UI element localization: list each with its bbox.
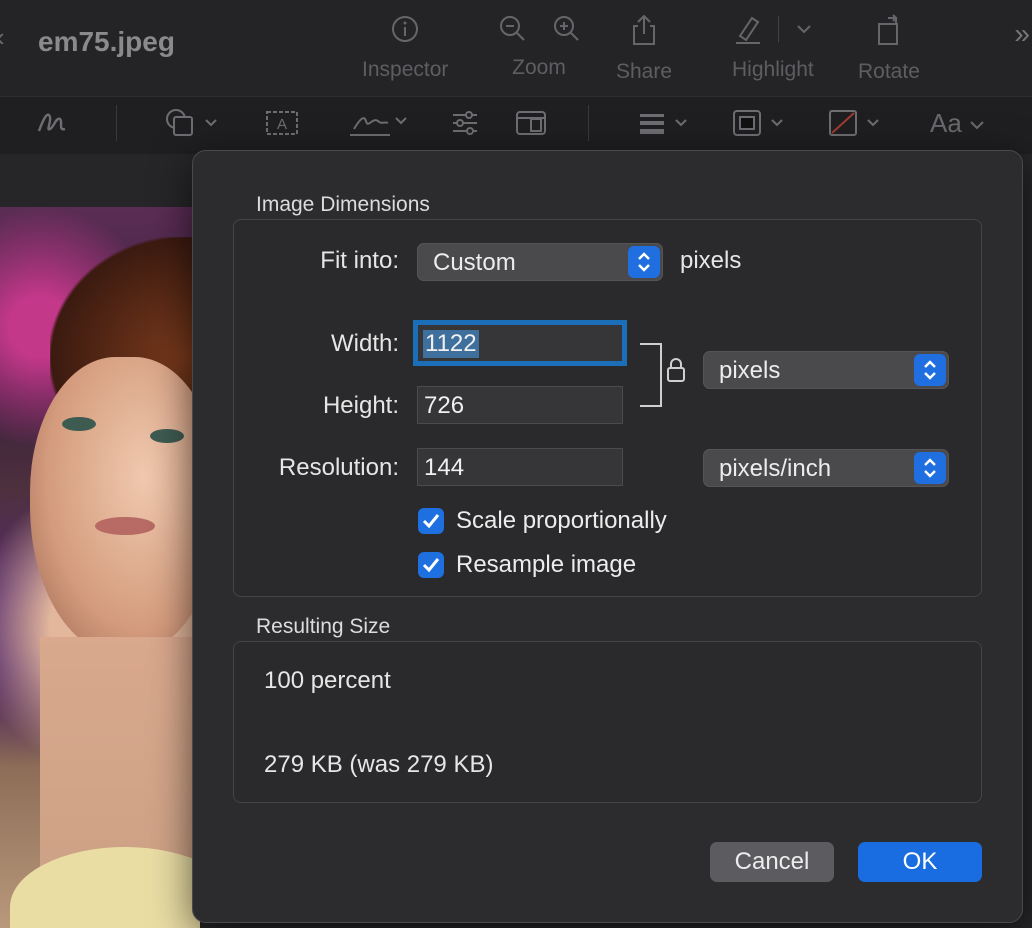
- signature-button[interactable]: [348, 107, 412, 139]
- sketch-button[interactable]: [36, 107, 68, 137]
- text-box-icon: A: [266, 111, 298, 135]
- sidebar-chevron-icon[interactable]: ‹: [0, 22, 5, 53]
- lock-icon: [666, 357, 686, 388]
- fit-into-value: Custom: [433, 249, 516, 276]
- sketch-icon: [37, 113, 66, 132]
- share-button[interactable]: Share: [616, 14, 672, 84]
- toolbar-overflow-icon[interactable]: »: [1014, 18, 1030, 50]
- resolution-value: 144: [424, 454, 465, 481]
- resolution-unit-popup[interactable]: pixels/inch: [703, 449, 949, 487]
- chevron-down-icon[interactable]: [796, 23, 812, 35]
- zoom-control[interactable]: Zoom: [498, 14, 580, 80]
- document-title: em75.jpeg: [38, 26, 175, 57]
- border-color-button[interactable]: [732, 107, 792, 139]
- highlight-button[interactable]: Highlight: [732, 14, 814, 82]
- image-detail: [150, 429, 184, 443]
- highlight-label: Highlight: [732, 58, 814, 81]
- height-value: 726: [424, 392, 465, 419]
- scale-proportionally-checkbox[interactable]: [418, 508, 444, 534]
- rotate-icon: [877, 14, 898, 45]
- result-percent: 100 percent: [264, 667, 391, 694]
- image-detail: [62, 417, 96, 431]
- checkmark-icon: [422, 514, 440, 529]
- text-style-button[interactable]: Aa: [930, 108, 985, 139]
- resolution-unit-value: pixels/inch: [719, 455, 832, 482]
- shapes-button[interactable]: [164, 107, 220, 139]
- height-field[interactable]: 726: [417, 386, 623, 424]
- border-color-icon: [733, 110, 783, 136]
- image-detail: [10, 847, 200, 928]
- highlighter-icon: [736, 16, 761, 44]
- fill-color-button[interactable]: [828, 107, 888, 139]
- width-label: Width:: [330, 330, 399, 357]
- rotate-button[interactable]: Rotate: [858, 14, 920, 84]
- resolution-field[interactable]: 144: [417, 448, 623, 486]
- shape-style-button[interactable]: [638, 107, 694, 139]
- signature-icon: [350, 117, 407, 136]
- sliders-icon: [453, 111, 477, 135]
- rotate-label: Rotate: [858, 60, 920, 83]
- width-value: 1122: [423, 330, 479, 358]
- line-weight-icon: [640, 114, 687, 134]
- resolution-label: Resolution:: [278, 454, 399, 481]
- share-icon: [633, 14, 656, 45]
- width-field[interactable]: 1122: [417, 324, 623, 362]
- fit-into-label: Fit into:: [320, 247, 399, 274]
- zoom-label: Zoom: [512, 56, 566, 79]
- resample-image-label: Resample image: [456, 551, 637, 578]
- resulting-size-title: Resulting Size: [256, 615, 391, 638]
- size-unit-popup[interactable]: pixels: [703, 351, 949, 389]
- fit-into-popup[interactable]: Custom: [417, 243, 663, 281]
- proportion-link-bracket: [640, 343, 662, 407]
- checkmark-icon: [422, 558, 440, 573]
- toolbar-divider: [588, 105, 589, 141]
- window-titlebar: ‹ em75.jpeg Inspector Zoom: [0, 0, 1032, 96]
- markup-toolbar: A: [0, 96, 1032, 155]
- scale-proportionally-label: Scale proportionally: [456, 507, 667, 534]
- inspector-button[interactable]: Inspector: [362, 14, 448, 82]
- image-detail: [95, 517, 155, 535]
- svg-text:A: A: [277, 116, 287, 133]
- size-unit-value: pixels: [719, 357, 781, 384]
- image-detail: [30, 357, 200, 657]
- share-label: Share: [616, 60, 673, 83]
- height-label: Height:: [322, 392, 399, 419]
- cancel-button[interactable]: Cancel: [710, 842, 834, 882]
- popup-stepper-icon: [914, 452, 946, 484]
- popup-stepper-icon: [914, 354, 946, 386]
- adjust-color-button[interactable]: [450, 107, 480, 139]
- text-box-button[interactable]: A: [264, 107, 300, 139]
- result-file-size: 279 KB (was 279 KB): [264, 751, 494, 778]
- zoom-out-icon[interactable]: [498, 14, 526, 42]
- ok-button[interactable]: OK: [858, 842, 982, 882]
- resample-image-checkbox[interactable]: [418, 552, 444, 578]
- fit-into-unit-label: pixels: [680, 247, 742, 274]
- chevron-down-icon: [970, 121, 984, 130]
- info-icon: [392, 16, 419, 42]
- text-style-label: Aa: [930, 108, 962, 138]
- inspector-label: Inspector: [362, 58, 449, 81]
- popup-stepper-icon: [628, 246, 660, 278]
- shapes-icon: [166, 109, 217, 136]
- fill-color-icon: [829, 110, 879, 136]
- adjust-size-button[interactable]: [514, 107, 548, 139]
- image-dimensions-title: Image Dimensions: [256, 193, 430, 216]
- adjust-size-dialog: Image Dimensions Fit into: Custom pixels…: [192, 150, 1023, 923]
- document-image: [0, 207, 200, 928]
- toolbar-divider: [116, 105, 117, 141]
- adjust-size-icon: [516, 111, 546, 135]
- zoom-in-icon[interactable]: [552, 14, 580, 42]
